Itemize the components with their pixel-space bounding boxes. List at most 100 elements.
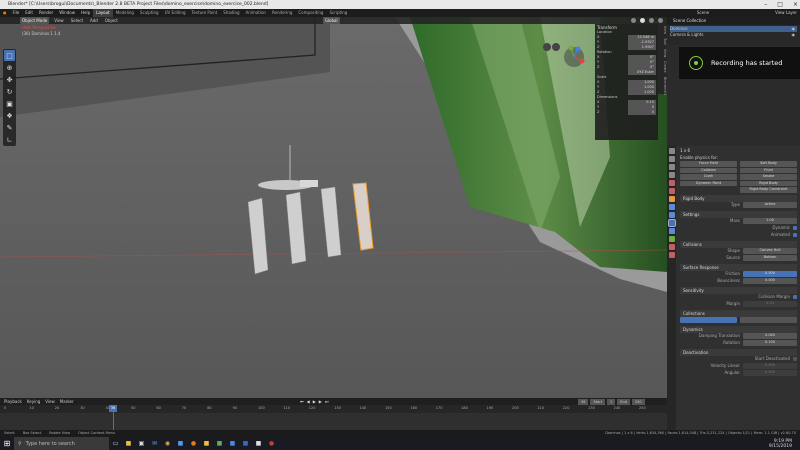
- taskbar-search[interactable]: ⚲ Type here to search: [14, 437, 109, 450]
- viewport-menu-object[interactable]: Object: [103, 17, 120, 24]
- fluid-button[interactable]: Fluid: [740, 167, 797, 173]
- data-tab-icon[interactable]: [668, 236, 675, 242]
- explorer-window-icon[interactable]: ■: [200, 437, 213, 450]
- workspace-tab-compositing[interactable]: Compositing: [295, 9, 326, 17]
- timeline-ruler[interactable]: 0 10 20 30 40 50 60 70 80 90 100 110 120 130 140 150 160…: [0, 405, 667, 413]
- workspace-tab-modeling[interactable]: Modeling: [113, 9, 137, 17]
- blender-logo-icon[interactable]: ●: [0, 9, 10, 17]
- margin-field[interactable]: 0.04: [743, 301, 797, 307]
- 3d-viewport[interactable]: Object Mode View Select Add Object Globa…: [0, 17, 667, 398]
- workspace-tab-texture-paint[interactable]: Texture Paint: [188, 9, 220, 17]
- object-tab-icon[interactable]: [668, 196, 675, 202]
- modifier-tab-icon[interactable]: [668, 204, 675, 210]
- chrome-icon[interactable]: ◉: [161, 437, 174, 450]
- close-icon[interactable]: ×: [793, 0, 798, 9]
- bounciness-field[interactable]: 0.000: [743, 278, 797, 284]
- scale-icon[interactable]: ▣: [4, 98, 15, 109]
- task-view-icon[interactable]: ▭: [109, 437, 122, 450]
- file-explorer-icon[interactable]: ■: [122, 437, 135, 450]
- cursor-icon[interactable]: ⊕: [4, 62, 15, 73]
- workspace-tab-layout[interactable]: Layout: [93, 9, 113, 17]
- sidebar-tab-view[interactable]: View: [658, 49, 667, 57]
- rigid-body-section[interactable]: Rigid Body: [680, 194, 797, 202]
- workspace-tab-shading[interactable]: Shading: [220, 9, 242, 17]
- animated-checkbox[interactable]: [793, 233, 797, 237]
- outliner-item-camera-lights[interactable]: Camera & Lights ◉: [670, 32, 797, 38]
- mail-icon[interactable]: ✉: [148, 437, 161, 450]
- source-select[interactable]: Bottom: [743, 255, 797, 261]
- rotate-icon[interactable]: ↻: [4, 86, 15, 97]
- velocity-linear-field[interactable]: 0.400: [743, 363, 797, 369]
- blender-icon[interactable]: ●: [187, 437, 200, 450]
- surface-response-section[interactable]: Surface Response: [680, 263, 797, 271]
- menu-help[interactable]: Help: [78, 9, 93, 17]
- workspace-tab-uv-editing[interactable]: UV Editing: [162, 9, 189, 17]
- type-select[interactable]: Active: [743, 202, 797, 208]
- sensitivity-section[interactable]: Sensitivity: [680, 286, 797, 294]
- location-z-field[interactable]: 1.9907: [628, 45, 656, 50]
- menu-file[interactable]: File: [10, 9, 23, 17]
- misc-app-icon[interactable]: ●: [265, 437, 278, 450]
- material-tab-icon[interactable]: [668, 244, 675, 250]
- rigid-body-button[interactable]: Rigid Body: [740, 180, 797, 186]
- playhead[interactable]: 36: [109, 405, 117, 412]
- collisions-section[interactable]: Collisions: [680, 240, 797, 248]
- timeline-menu-view[interactable]: View: [45, 398, 55, 405]
- rigid-body-constraint-button[interactable]: Rigid Body Constraint: [740, 187, 797, 193]
- force-field-button[interactable]: Force Field: [680, 161, 737, 167]
- mode-selector[interactable]: Object Mode: [20, 17, 50, 24]
- sidebar-tab-create[interactable]: Create: [658, 61, 667, 73]
- angular-field[interactable]: 0.500: [743, 370, 797, 376]
- rendered-shading-icon[interactable]: [658, 18, 663, 23]
- view-layer-selector[interactable]: View Layer: [772, 9, 800, 17]
- jump-start-icon[interactable]: ⏮: [300, 398, 304, 405]
- viewport-menu-select[interactable]: Select: [69, 17, 85, 24]
- smoke-button[interactable]: Smoke: [740, 174, 797, 180]
- sidebar-tab-blenderkit[interactable]: BlenderKit: [658, 77, 667, 95]
- dynamic-paint-button[interactable]: Dynamic Paint: [680, 180, 737, 186]
- timeline-menu-marker[interactable]: Marker: [60, 398, 74, 405]
- timeline[interactable]: 0 10 20 30 40 50 60 70 80 90 100 110 120 130 140 150 160…: [0, 405, 667, 430]
- physics-tab-icon[interactable]: [667, 219, 676, 227]
- navigation-gizmo[interactable]: [542, 39, 588, 79]
- vscode-icon[interactable]: ■: [226, 437, 239, 450]
- rotation-mode-select[interactable]: XYZ Euler: [628, 70, 656, 75]
- word-icon[interactable]: ■: [239, 437, 252, 450]
- collection-layer-buttons[interactable]: [680, 317, 737, 323]
- viewport-menu-add[interactable]: Add: [88, 17, 100, 24]
- texture-tab-icon[interactable]: [668, 252, 675, 258]
- start-frame-field[interactable]: 1: [607, 398, 616, 405]
- shape-select[interactable]: Convex Hull: [743, 248, 797, 254]
- output-tab-icon[interactable]: [668, 164, 675, 170]
- menu-window[interactable]: Window: [56, 9, 78, 17]
- cloth-button[interactable]: Cloth: [680, 174, 737, 180]
- collection-layer-buttons-2[interactable]: [740, 317, 797, 323]
- photoshop-icon[interactable]: ■: [174, 437, 187, 450]
- start-deactivated-checkbox[interactable]: [793, 357, 797, 361]
- current-frame-field[interactable]: 36: [578, 398, 589, 405]
- world-tab-icon[interactable]: [668, 188, 675, 194]
- scene-selector[interactable]: Scene: [694, 9, 712, 17]
- minimize-icon[interactable]: –: [764, 0, 767, 9]
- select-box-icon[interactable]: □: [4, 50, 15, 61]
- sidebar-tab-item[interactable]: Item: [658, 26, 667, 34]
- move-icon[interactable]: ✥: [4, 74, 15, 85]
- dynamic-checkbox[interactable]: [793, 226, 797, 230]
- prev-key-icon[interactable]: ◀: [307, 398, 310, 405]
- dimension-z-field[interactable]: 0: [628, 110, 656, 115]
- transform-icon[interactable]: ❖: [4, 110, 15, 121]
- settings-section[interactable]: Settings: [680, 210, 797, 218]
- view-layer-tab-icon[interactable]: [668, 172, 675, 178]
- collections-section[interactable]: Collections: [680, 309, 797, 317]
- terminal-icon[interactable]: ■: [252, 437, 265, 450]
- damping-translation-field[interactable]: 0.040: [743, 333, 797, 339]
- workspace-tab-animation[interactable]: Animation: [243, 9, 269, 17]
- maximize-icon[interactable]: □: [777, 0, 783, 9]
- sidebar-tab-tool[interactable]: Tool: [658, 38, 667, 45]
- constraints-tab-icon[interactable]: [668, 228, 675, 234]
- dynamics-section[interactable]: Dynamics: [680, 325, 797, 333]
- soft-body-button[interactable]: Soft Body: [740, 161, 797, 167]
- render-tab-icon[interactable]: [668, 156, 675, 162]
- damping-rotation-field[interactable]: 0.100: [743, 340, 797, 346]
- wireframe-shading-icon[interactable]: [631, 18, 636, 23]
